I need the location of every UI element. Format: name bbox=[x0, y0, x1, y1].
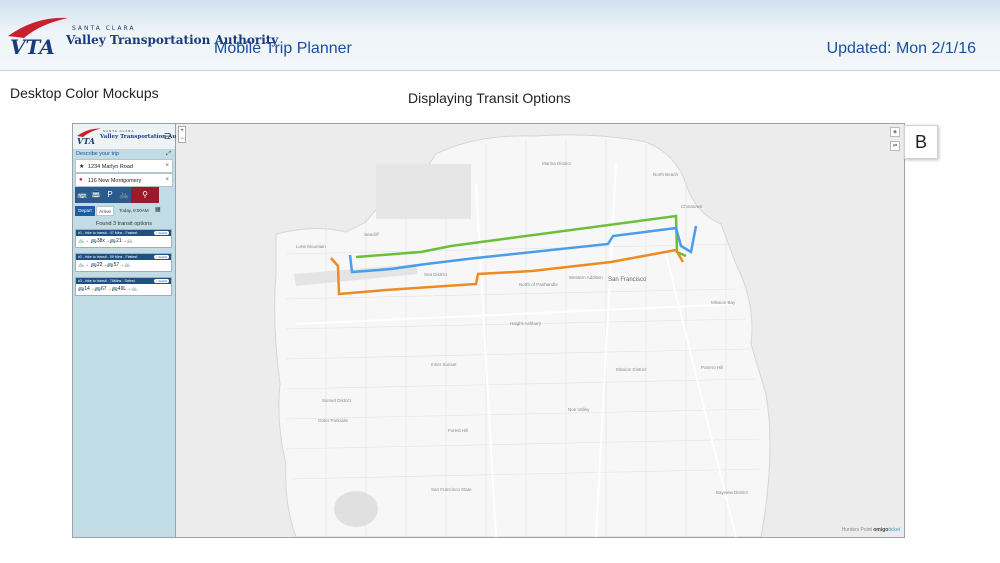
trip-legs: 🚲→ 🚌22→🚌57→🚲 bbox=[78, 262, 131, 268]
place-label: San Francisco State bbox=[431, 487, 472, 492]
search-icon: ⚲ bbox=[142, 190, 148, 199]
mockup-frame: VTA SANTA CLARA Valley Transportation Au… bbox=[72, 123, 905, 538]
map-canvas[interactable]: Marina District North Beach Chinatown Se… bbox=[176, 124, 904, 537]
place-label: Mission District bbox=[616, 367, 647, 372]
logo-subtitle: SANTA CLARA bbox=[72, 25, 136, 32]
place-label: Potrero Hill bbox=[701, 365, 723, 370]
trip-sidebar: VTA SANTA CLARA Valley Transportation Au… bbox=[73, 124, 197, 537]
place-label: Noe Valley bbox=[568, 407, 590, 412]
place-label: Sunset District bbox=[322, 398, 352, 403]
place-label: Western Addition bbox=[569, 275, 603, 280]
park-ride-mode-button[interactable]: P bbox=[103, 187, 117, 203]
place-label: Haight-Ashbury bbox=[510, 321, 542, 326]
calendar-icon[interactable]: ▦ bbox=[155, 206, 161, 213]
bus-mode-button[interactable]: 🚌 bbox=[75, 187, 89, 203]
trip-option-2[interactable]: #2 - bike to transit - 59 Mins - Flattes… bbox=[75, 253, 172, 272]
place-label: San Francisco bbox=[608, 277, 647, 283]
trip-option-1[interactable]: #1 - bike to transit - 47 Mins - Fastest… bbox=[75, 229, 172, 248]
from-field[interactable]: ★ 1234 Marlyn Road × bbox=[75, 159, 173, 173]
place-label: Outer Parkside bbox=[318, 418, 349, 423]
layers-icon[interactable]: ◈ bbox=[890, 127, 900, 137]
menu-icon[interactable]: ☰ bbox=[164, 132, 171, 141]
depart-toggle[interactable]: Depart bbox=[75, 206, 95, 216]
sidebar-logo-subtitle: SANTA CLARA bbox=[103, 129, 135, 133]
details-button[interactable]: + details bbox=[153, 231, 169, 235]
to-field[interactable]: ● 116 New Montgomery × bbox=[75, 173, 173, 187]
describe-trip-label: Describe your trip bbox=[76, 151, 120, 157]
search-button[interactable]: ⚲ bbox=[131, 187, 159, 203]
trip-legs: 🚌14→🚌67→🚌49L→🚲 bbox=[78, 286, 138, 292]
place-label: Lone Mountain bbox=[296, 244, 326, 249]
lake-merced bbox=[334, 491, 378, 527]
clear-to-icon[interactable]: × bbox=[165, 177, 169, 183]
attribution-place: Hunters Point bbox=[841, 527, 872, 533]
sidebar-header: VTA SANTA CLARA Valley Transportation Au… bbox=[73, 124, 197, 150]
svg-text:VTA: VTA bbox=[77, 136, 95, 146]
datetime-field[interactable]: Today, 9:00AM bbox=[119, 208, 149, 213]
attribution-brand: omigo bbox=[873, 527, 889, 533]
details-button[interactable]: + details bbox=[153, 255, 169, 259]
place-label: Inner Sunset bbox=[431, 362, 457, 367]
place-label: North Beach bbox=[653, 172, 679, 177]
mockups-label: Desktop Color Mockups bbox=[10, 85, 159, 101]
sidebar-logo-mark: VTA bbox=[77, 128, 101, 146]
results-count: Found 3 transit options bbox=[96, 221, 152, 227]
trip-legs: 🚲→ 🚌38x→🚌21→🚲 bbox=[78, 238, 133, 244]
updated-date: Updated: Mon 2/1/16 bbox=[826, 40, 976, 57]
collapse-icon[interactable]: ⤢ bbox=[166, 151, 171, 158]
app-title: Mobile Trip Planner bbox=[214, 40, 352, 57]
zoom-in-button[interactable]: + bbox=[179, 127, 185, 135]
trip-option-3[interactable]: #3 - bike to transit - 78Mins - Safest +… bbox=[75, 277, 172, 296]
vta-logo-mark: VTA bbox=[8, 17, 68, 59]
from-field-value: 1234 Marlyn Road bbox=[88, 164, 133, 170]
vta-logo: VTA SANTA CLARA Valley Transportation Au… bbox=[6, 14, 278, 62]
app-header: VTA SANTA CLARA Valley Transportation Au… bbox=[0, 0, 1000, 71]
variant-label: B bbox=[904, 125, 938, 159]
sidebar-logo: VTA SANTA CLARA Valley Transportation Au… bbox=[76, 127, 197, 147]
map-attribution: Hunters Point omigoticket bbox=[842, 527, 900, 533]
to-field-value: 116 New Montgomery bbox=[88, 178, 142, 184]
svg-text:VTA: VTA bbox=[10, 35, 55, 59]
zoom-out-button[interactable]: − bbox=[179, 135, 185, 143]
place-label: Forest Hill bbox=[448, 428, 468, 433]
map-view[interactable]: Marina District North Beach Chinatown Se… bbox=[176, 124, 904, 537]
attribution-brand-suffix: ticket bbox=[888, 527, 900, 533]
presidio-park bbox=[376, 164, 471, 219]
place-label: Chinatown bbox=[681, 204, 703, 209]
details-button[interactable]: + details bbox=[153, 279, 169, 283]
place-label: Mission Bay bbox=[711, 300, 736, 305]
place-label: Bayview District bbox=[716, 490, 749, 495]
swap-icon[interactable]: ⇄ bbox=[890, 141, 900, 151]
place-label: Seacliff bbox=[364, 232, 379, 237]
transit-label: Displaying Transit Options bbox=[408, 90, 571, 106]
bus-bike-mode-button[interactable]: 🚍 bbox=[89, 187, 103, 203]
arrive-toggle[interactable]: Arrive bbox=[96, 206, 114, 216]
place-label: Sea District bbox=[424, 272, 448, 277]
bike-mode-button[interactable]: 🚲 bbox=[117, 187, 131, 203]
place-label: North of Panhandle bbox=[519, 282, 558, 287]
place-label: Marina District bbox=[542, 161, 572, 166]
zoom-control[interactable]: + − bbox=[178, 126, 186, 143]
star-icon: ★ bbox=[79, 164, 85, 170]
map-pin-icon: ● bbox=[79, 177, 83, 183]
clear-from-icon[interactable]: × bbox=[165, 163, 169, 169]
